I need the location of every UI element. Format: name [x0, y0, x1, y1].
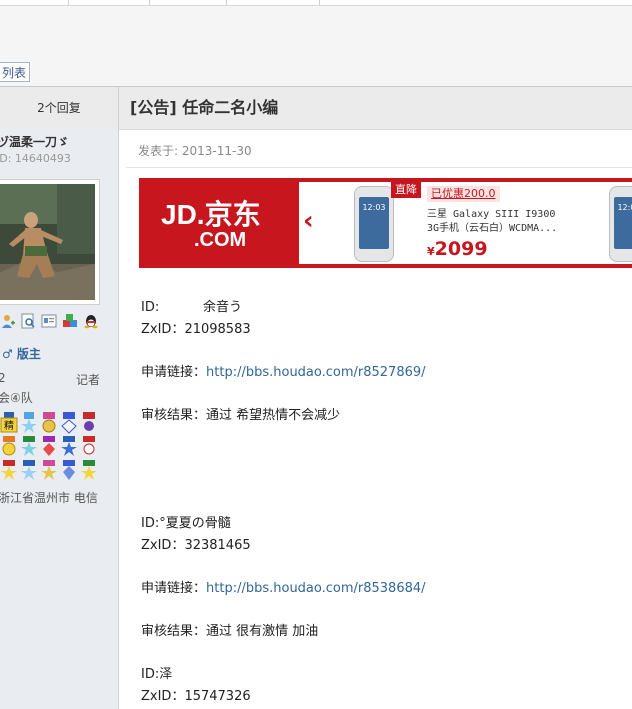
post-title: [公告] 任命二名小编	[130, 98, 279, 117]
user-action-icons	[0, 313, 110, 333]
entry-apply-line: 申请链接：http://bbs.houdao.com/r8538684/	[141, 577, 426, 596]
profile-card-icon[interactable]	[41, 313, 57, 329]
jd-logo: JD.京东 .COM	[161, 198, 261, 248]
entry-apply-line: 申请链接：http://bbs.houdao.com/r8527869/	[141, 361, 426, 380]
entry-apply-label: 申请链接：	[141, 365, 207, 380]
user-group: 会④队	[0, 391, 33, 405]
product-phone-image[interactable]: 12:03	[609, 186, 632, 262]
entry-id-label: ID:	[141, 516, 160, 531]
reply-count: 2个回复	[37, 101, 81, 115]
entry-id-value: 余音う	[203, 300, 243, 315]
jd-logo-bottom: .COM	[194, 229, 246, 248]
top-area: 列表	[0, 6, 632, 86]
add-friend-icon[interactable]	[0, 313, 16, 329]
header-divider	[118, 87, 119, 129]
top-tab[interactable]	[69, 0, 150, 5]
entry-id-value: °夏夏の骨髓	[159, 516, 231, 531]
medal-grid: 精	[0, 410, 106, 486]
entry-id-label: ID:	[141, 300, 160, 315]
medal-icon[interactable]	[20, 412, 38, 434]
top-tab[interactable]	[150, 0, 227, 5]
medal-icon[interactable]: 精	[0, 412, 18, 434]
entry-result: 审核结果：通过 很有激情 加油	[141, 624, 319, 639]
entry-apply-link[interactable]: http://bbs.houdao.com/r8538684/	[206, 581, 426, 596]
avatar-image	[0, 184, 95, 300]
phone-time: 12:03	[362, 203, 386, 212]
qq-icon[interactable]	[83, 313, 99, 329]
apps-icon[interactable]	[62, 313, 78, 329]
entry-id-line: ID: 余音う	[141, 296, 242, 315]
entry-id-line: ID:°夏夏の骨髓	[141, 512, 231, 531]
phone-time: 12:03	[617, 203, 632, 212]
promo-label[interactable]: 已优惠200.0	[427, 186, 500, 202]
user-level-title: 记者	[76, 373, 101, 387]
price-amount: 2099	[434, 238, 488, 260]
medal-icon[interactable]	[80, 436, 98, 458]
medal-icon[interactable]	[40, 412, 58, 434]
top-tab[interactable]	[227, 0, 320, 5]
svg-text:精: 精	[4, 419, 14, 432]
product-price: ¥2099	[427, 238, 488, 260]
ad-product-panel[interactable]: ‹ 12:03 直降 已优惠200.0 三星 Galaxy SIII I9300…	[299, 182, 632, 264]
medal-icon[interactable]	[80, 460, 98, 482]
jd-logo-top: JD.京东	[161, 198, 261, 230]
price-drop-badge: 直降	[391, 182, 421, 198]
medal-icon[interactable]	[60, 436, 78, 458]
entry-id-label: ID:	[141, 667, 160, 682]
entry-id-value: 泽	[159, 667, 173, 682]
medal-icon[interactable]	[40, 460, 58, 482]
medal-icon[interactable]	[0, 436, 18, 458]
price-currency: ¥	[427, 245, 435, 258]
user-sidebar: ヅ温柔一刀ゞ ID: 14640493 ♂ 版主 2 记者 会④队 精 浙江省温…	[0, 129, 119, 709]
entry-id-line: ID:泽	[141, 663, 172, 682]
avatar[interactable]	[0, 179, 100, 305]
entry-zxid: ZxID：15747326	[141, 689, 251, 704]
product-name-line1: 三星 Galaxy SIII I9300	[427, 209, 556, 220]
entry-zxid: ZxID：32381465	[141, 538, 251, 553]
post-divider	[126, 167, 632, 168]
entry-zxid: ZxID：21098583	[141, 322, 251, 337]
thread-header: 2个回复 [公告] 任命二名小编	[0, 86, 632, 130]
product-phone-image[interactable]: 12:03	[354, 186, 394, 262]
entry-result: 审核结果：通过 希望热情不会减少	[141, 408, 341, 423]
medal-icon[interactable]	[20, 460, 38, 482]
medal-icon[interactable]	[60, 460, 78, 482]
top-tab[interactable]	[0, 0, 69, 5]
user-level: 2	[0, 371, 6, 385]
user-role: ♂ 版主	[2, 347, 41, 361]
product-name[interactable]: 三星 Galaxy SIII I9300 3G手机（云石白）WCDMA...	[427, 208, 557, 236]
username[interactable]: ヅ温柔一刀ゞ	[0, 133, 69, 150]
post-date: 发表于: 2013-11-30	[138, 144, 252, 158]
user-location: 浙江省温州市 电信	[0, 491, 98, 505]
view-profile-icon[interactable]	[20, 313, 36, 329]
entry-apply-label: 申请链接：	[141, 581, 207, 596]
user-id: ID: 14640493	[0, 152, 71, 165]
list-button[interactable]: 列表	[0, 62, 30, 82]
entry-apply-link[interactable]: http://bbs.houdao.com/r8527869/	[206, 365, 426, 380]
medal-icon[interactable]	[80, 412, 98, 434]
medal-icon[interactable]	[40, 436, 58, 458]
medal-icon[interactable]	[0, 460, 18, 482]
jd-ad-banner[interactable]: JD.京东 .COM ‹ 12:03 直降 已优惠200.0 三星 Galaxy…	[139, 178, 632, 268]
chevron-left-icon[interactable]: ‹	[303, 206, 314, 236]
product-name-line2: 3G手机（云石白）WCDMA...	[427, 223, 558, 234]
medal-icon[interactable]	[60, 412, 78, 434]
medal-icon[interactable]	[20, 436, 38, 458]
